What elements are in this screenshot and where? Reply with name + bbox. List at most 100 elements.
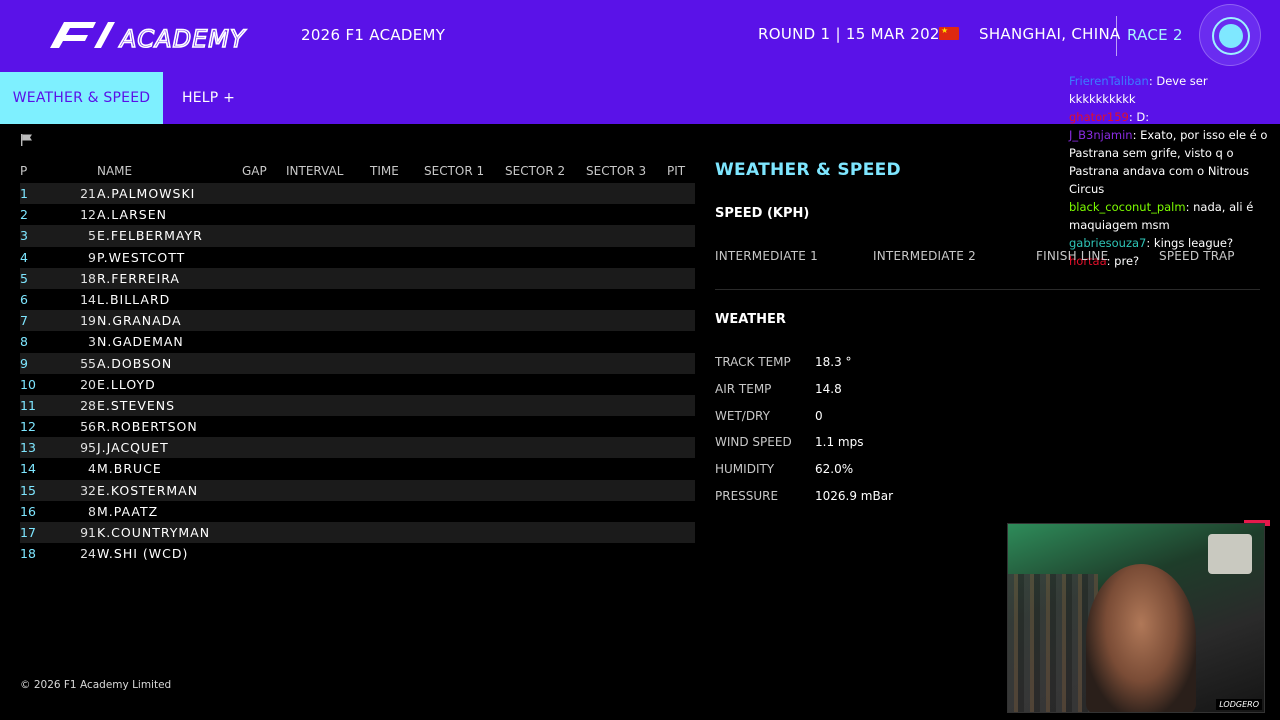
row-position: 17 xyxy=(20,525,36,540)
table-row[interactable]: 15 32 E.KOSTERMAN xyxy=(20,479,695,501)
row-driver-name: A.PALMOWSKI xyxy=(97,186,196,201)
chat-message: ghator159: D: xyxy=(1064,108,1280,126)
weather-section-title: WEATHER xyxy=(715,312,786,327)
table-row[interactable]: 11 28 E.STEVENS xyxy=(20,394,695,417)
table-row[interactable]: 18 24 W.SHI (WCD) xyxy=(20,543,695,564)
tab-help[interactable]: HELP + xyxy=(182,90,235,106)
row-driver-name: A.LARSEN xyxy=(97,207,167,223)
weather-value: 1.1 mps xyxy=(815,435,864,449)
table-row[interactable]: 9 55 A.DOBSON xyxy=(20,352,695,374)
chat-text: : pre? xyxy=(1106,254,1140,268)
table-row[interactable]: 5 18 R.FERREIRA xyxy=(20,267,695,289)
row-car-number: 24 xyxy=(80,546,96,562)
webcam-feed: LODGERO xyxy=(1007,523,1265,713)
row-driver-name: R.ROBERTSON xyxy=(97,419,198,435)
speed-col-intermediate1: INTERMEDIATE 1 xyxy=(715,249,818,263)
speed-section-title: SPEED (KPH) xyxy=(715,206,810,221)
chat-username[interactable]: FrierenTaliban xyxy=(1069,74,1149,88)
f1-academy-logo[interactable]: ACADEMY xyxy=(42,18,272,52)
row-driver-name: K.COUNTRYMAN xyxy=(97,525,211,540)
row-position: 15 xyxy=(20,482,36,498)
row-driver-name: R.FERREIRA xyxy=(97,270,180,286)
table-row[interactable]: 1 21 A.PALMOWSKI xyxy=(20,183,695,205)
row-position: 9 xyxy=(20,355,28,371)
weather-value: 0 xyxy=(815,409,823,423)
row-car-number: 28 xyxy=(80,397,96,413)
row-car-number: 20 xyxy=(80,376,96,392)
webcam-bookshelf xyxy=(1008,574,1098,712)
row-driver-name: E.KOSTERMAN xyxy=(97,482,199,498)
chat-username[interactable]: black_coconut_palm xyxy=(1069,200,1186,214)
row-car-number: 3 xyxy=(88,334,96,350)
flag-icon[interactable] xyxy=(20,134,34,146)
row-position: 6 xyxy=(20,291,28,307)
table-row[interactable]: 6 14 L.BILLARD xyxy=(20,289,695,310)
webcam-tv xyxy=(1208,534,1252,574)
row-car-number: 95 xyxy=(80,440,96,456)
row-driver-name: J.JACQUET xyxy=(97,440,169,456)
row-car-number: 18 xyxy=(80,270,96,286)
row-position: 5 xyxy=(20,270,28,286)
chat-message: black_coconut_palm: nada, ali é maquiage… xyxy=(1064,198,1280,234)
table-row[interactable]: 14 4 M.BRUCE xyxy=(20,458,695,479)
row-driver-name: W.SHI (WCD) xyxy=(97,546,189,562)
row-position: 12 xyxy=(20,419,36,435)
row-position: 3 xyxy=(20,228,28,244)
row-car-number: 91 xyxy=(80,525,96,540)
chat-username[interactable]: J_B3njamin xyxy=(1069,128,1133,142)
row-car-number: 19 xyxy=(80,313,96,329)
weather-label: PRESSURE xyxy=(715,489,779,503)
row-driver-name: E.LLOYD xyxy=(97,376,156,392)
footer-copyright: © 2026 F1 Academy Limited xyxy=(20,679,172,691)
table-row[interactable]: 16 8 M.PAATZ xyxy=(20,501,695,522)
table-row[interactable]: 7 19 N.GRANADA xyxy=(20,310,695,332)
chat-username[interactable]: ghator159 xyxy=(1069,110,1129,124)
weather-label: HUMIDITY xyxy=(715,462,775,476)
weather-value: 1026.9 mBar xyxy=(815,489,894,503)
chat-message: FrierenTaliban: Deve ser kkkkkkkkkk xyxy=(1064,72,1280,108)
row-car-number: 56 xyxy=(80,419,96,435)
row-position: 18 xyxy=(20,546,36,562)
table-row[interactable]: 4 9 P.WESTCOTT xyxy=(20,247,695,268)
row-car-number: 21 xyxy=(80,186,96,201)
chat-username[interactable]: gabriesouza7 xyxy=(1069,236,1146,250)
leaderboard-header: P NAME GAP INTERVAL TIME SECTOR 1 SECTOR… xyxy=(20,162,695,180)
row-position: 4 xyxy=(20,249,28,265)
stream-chat-overlay: FrierenTaliban: Deve ser kkkkkkkkkk ghato… xyxy=(1064,72,1280,270)
webcam-person xyxy=(1086,564,1196,712)
weather-value: 62.0% xyxy=(815,462,854,476)
row-car-number: 55 xyxy=(80,355,96,371)
header-divider xyxy=(1116,16,1117,56)
table-row[interactable]: 17 91 K.COUNTRYMAN xyxy=(20,522,695,544)
row-position: 14 xyxy=(20,461,36,477)
row-position: 13 xyxy=(20,440,36,456)
col-sector2: SECTOR 2 xyxy=(505,164,566,178)
chat-text: : D: xyxy=(1128,110,1150,124)
table-row[interactable]: 10 20 E.LLOYD xyxy=(20,374,695,395)
row-driver-name: P.WESTCOTT xyxy=(97,249,186,265)
tab-weather-speed[interactable]: WEATHER & SPEED xyxy=(0,72,163,124)
row-position: 10 xyxy=(20,376,36,392)
table-row[interactable]: 8 3 N.GADEMAN xyxy=(20,331,695,352)
weather-label: AIR TEMP xyxy=(715,382,772,396)
row-car-number: 14 xyxy=(80,291,96,307)
table-row[interactable]: 2 12 A.LARSEN xyxy=(20,204,695,225)
table-row[interactable]: 12 56 R.ROBERTSON xyxy=(20,416,695,437)
weather-label: TRACK TEMP xyxy=(715,355,791,369)
speed-col-speed-trap: SPEED TRAP xyxy=(1159,249,1235,263)
row-position: 2 xyxy=(20,207,28,223)
weather-label: WET/DRY xyxy=(715,409,770,423)
live-button[interactable] xyxy=(1199,4,1261,66)
weather-value: 18.3 ° xyxy=(815,355,852,369)
speed-col-intermediate2: INTERMEDIATE 2 xyxy=(873,249,976,263)
row-car-number: 12 xyxy=(80,207,96,223)
table-row[interactable]: 13 95 J.JACQUET xyxy=(20,437,695,459)
col-pit: PIT xyxy=(667,164,686,178)
row-car-number: 9 xyxy=(88,249,96,265)
row-car-number: 32 xyxy=(80,482,96,498)
row-position: 7 xyxy=(20,313,28,329)
table-row[interactable]: 3 5 E.FELBERMAYR xyxy=(20,225,695,247)
col-time: TIME xyxy=(370,164,399,178)
row-position: 8 xyxy=(20,334,28,350)
row-driver-name: E.FELBERMAYR xyxy=(97,228,203,244)
